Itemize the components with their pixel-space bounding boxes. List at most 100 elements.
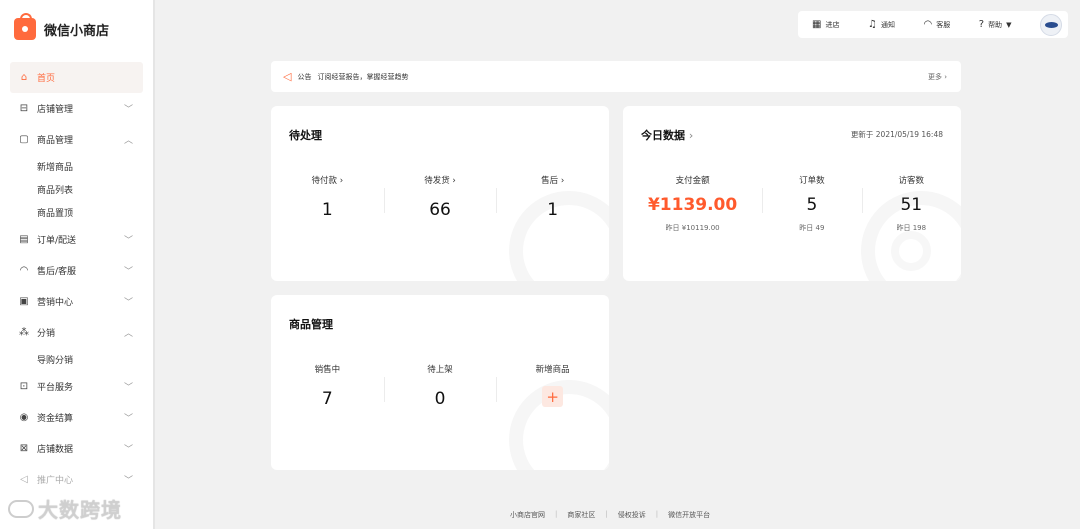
sidebar-item-store[interactable]: ⊟ 店铺管理 ﹀	[10, 93, 143, 124]
notification-label: 通知	[880, 20, 895, 29]
today-stats: 支付金额 ¥1139.00 昨日 ¥10119.00 订单数 5 昨日 49 访…	[623, 174, 961, 233]
chevron-down-icon: ﹀	[123, 414, 133, 424]
stat-label: 订单数	[799, 176, 825, 186]
enter-store-label: 进店	[825, 20, 840, 29]
coin-icon: ◉	[19, 412, 29, 423]
megaphone-icon: ◁	[20, 474, 28, 485]
clipboard-icon: ▤	[19, 234, 29, 245]
submenu-item-new-goods[interactable]: 新增商品	[0, 155, 153, 178]
sidebar-item-label: 分销	[37, 329, 56, 339]
pending-title: 待处理	[289, 129, 322, 142]
avatar[interactable]	[1039, 13, 1062, 36]
bell-icon: ♫	[867, 19, 877, 30]
today-data-title[interactable]: 今日数据 ›	[641, 127, 693, 143]
stat-value: 5	[806, 195, 818, 215]
sidebar-item-store-data[interactable]: ⊠ 店铺数据 ﹀	[10, 433, 143, 464]
submenu-item-goods-list[interactable]: 商品列表	[0, 178, 153, 201]
stat-value: ¥1139.00	[647, 195, 738, 215]
sidebar-item-orders[interactable]: ▤ 订单/配送 ﹀	[10, 224, 143, 255]
stat-label: 支付金额	[675, 176, 710, 186]
sidebar-item-label: 资金结算	[37, 414, 74, 424]
stat-label: 新增商品	[535, 365, 570, 375]
caret-down-icon: ▼	[1006, 20, 1012, 29]
watermark-logo-icon	[8, 499, 34, 518]
sidebar-item-settlement[interactable]: ◉ 资金结算 ﹀	[10, 402, 143, 433]
chevron-right-icon: ›	[944, 72, 947, 81]
chevron-down-icon: ﹀	[123, 236, 133, 246]
share-icon: ⁂	[19, 327, 29, 338]
chevron-right-icon: ›	[688, 129, 694, 142]
notice-bar[interactable]: ◁ 公告 订阅经营报告，掌握经营趋势 更多 ›	[271, 61, 961, 92]
stat-label: 待发货	[424, 176, 450, 186]
brand[interactable]: 微信小商店	[0, 0, 153, 58]
customer-service-button[interactable]: ◠ 客服	[923, 19, 950, 30]
stat-value: 51	[900, 195, 923, 215]
footer-divider: |	[605, 510, 608, 518]
goods-management-title: 商品管理	[289, 318, 333, 331]
sidebar-item-platform-service[interactable]: ⊡ 平台服务 ﹀	[10, 371, 143, 402]
store-icon: ⊟	[19, 103, 29, 114]
qrcode-icon: ▦	[812, 19, 822, 30]
notice-more-link[interactable]: 更多 ›	[928, 72, 947, 82]
chevron-down-icon: ﹀	[123, 267, 133, 277]
today-data-title-label: 今日数据	[641, 129, 685, 142]
sidebar-item-aftersale[interactable]: ◠ 售后/客服 ﹀	[10, 255, 143, 286]
submenu-item-goods-top[interactable]: 商品置顶	[0, 201, 153, 224]
chevron-up-icon: ︿	[123, 136, 133, 146]
enter-store-button[interactable]: ▦ 进店	[812, 19, 839, 30]
notification-button[interactable]: ♫ 通知	[868, 19, 895, 30]
stat-sub: 昨日 ¥10119.00	[665, 224, 720, 232]
stat-pending-payment[interactable]: 待付款 › 1	[271, 174, 384, 220]
help-dropdown[interactable]: ? 帮助 ▼	[979, 19, 1012, 30]
headset-icon: ◠	[19, 265, 29, 276]
stat-value: 1	[547, 200, 559, 220]
stat-sub: 昨日 198	[896, 224, 927, 232]
sidebar-item-label: 订单/配送	[37, 236, 77, 246]
stat-value: 1	[321, 200, 333, 220]
stat-pending-shipment[interactable]: 待发货 › 66	[383, 174, 497, 220]
sidebar-item-label: 售后/客服	[37, 267, 77, 277]
footer-link-infringement[interactable]: 侵权投诉	[618, 510, 646, 520]
footer-link-official-site[interactable]: 小商店官网	[510, 510, 545, 520]
stat-on-sale[interactable]: 销售中 7	[271, 363, 384, 409]
help-label: 帮助	[988, 20, 1003, 29]
add-goods-button[interactable]: +	[542, 386, 564, 407]
top-toolbar: ▦ 进店 ♫ 通知 ◠ 客服 ? 帮助 ▼	[798, 11, 1068, 38]
sidebar-item-goods[interactable]: ▢ 商品管理 ︿	[10, 124, 143, 155]
stat-sub: 昨日 49	[799, 224, 825, 232]
sidebar-menu: ⌂ 首页 ⊟ 店铺管理 ﹀ ▢ 商品管理 ︿ 新增商品 商品列表 商品置顶 ▤ …	[0, 62, 153, 495]
stat-to-list[interactable]: 待上架 0	[383, 363, 497, 409]
stat-label: 售后	[541, 176, 559, 186]
notice-tag: 公告	[297, 72, 312, 81]
stat-order-count: 订单数 5 昨日 49	[762, 174, 861, 233]
sidebar-item-label: 首页	[37, 74, 56, 84]
footer-link-open-platform[interactable]: 微信开放平台	[668, 510, 710, 520]
chevron-down-icon: ﹀	[123, 383, 133, 393]
stat-new-goods: 新增商品 +	[496, 363, 609, 409]
stat-value: 7	[321, 389, 333, 409]
pending-stats: 待付款 › 1 待发货 › 66 售后 › 1	[271, 174, 609, 220]
sidebar-item-home[interactable]: ⌂ 首页	[10, 62, 143, 93]
chevron-down-icon: ﹀	[123, 105, 133, 115]
stat-label: 销售中	[314, 365, 341, 375]
stat-pay-amount: 支付金额 ¥1139.00 昨日 ¥10119.00	[623, 174, 762, 233]
today-data-card: 今日数据 › 更新于 2021/05/19 16:48 支付金额 ¥1139.0…	[623, 106, 961, 281]
sidebar-item-label: 推广中心	[37, 476, 74, 486]
footer-link-community[interactable]: 商家社区	[567, 510, 595, 520]
submenu-item-guide-distribution[interactable]: 导购分销	[0, 348, 153, 371]
watermark: 大数跨境	[8, 494, 122, 523]
home-icon: ⌂	[20, 72, 28, 83]
stat-aftersale[interactable]: 售后 › 1	[496, 174, 609, 220]
footer-divider: |	[655, 510, 659, 518]
pending-card: 待处理 待付款 › 1 待发货 › 66 售后 › 1	[271, 106, 609, 281]
notice-text[interactable]: 订阅经营报告，掌握经营趋势	[317, 72, 408, 82]
sidebar-item-promotion[interactable]: ◁ 推广中心 ﹀	[10, 464, 143, 495]
chevron-down-icon: ﹀	[123, 445, 133, 455]
question-circle-icon: ?	[978, 19, 985, 30]
sidebar-item-distribution[interactable]: ⁂ 分销 ︿	[10, 317, 143, 348]
chevron-right-icon: ›	[337, 176, 344, 186]
sidebar-item-label: 店铺管理	[37, 105, 74, 115]
sidebar-item-marketing[interactable]: ▣ 营销中心 ﹀	[10, 286, 143, 317]
customer-service-label: 客服	[936, 20, 951, 29]
sidebar-item-label: 商品管理	[37, 136, 74, 146]
